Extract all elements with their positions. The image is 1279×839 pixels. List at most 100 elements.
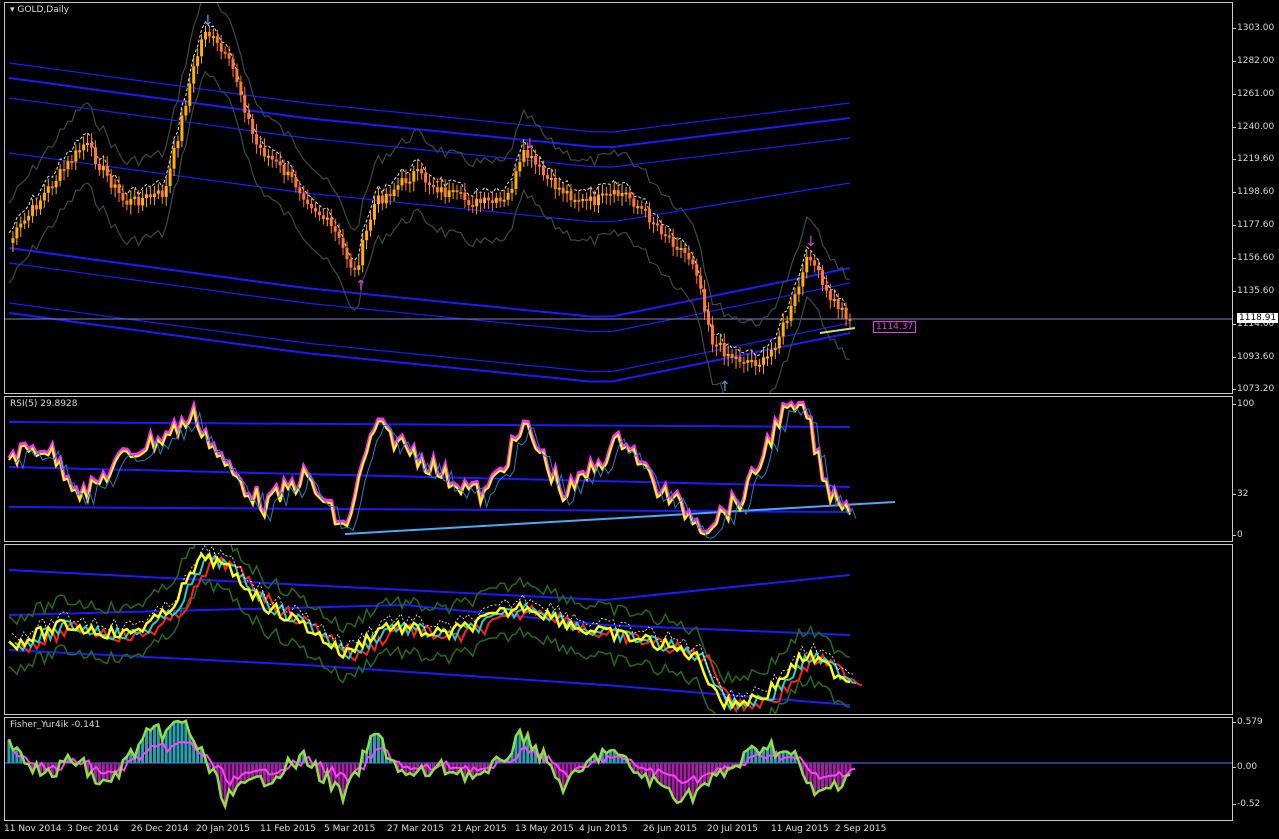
candle-body xyxy=(172,148,176,169)
price-chart-pane[interactable]: ↓ ↓ ↓ ↑ ↑ ▾ GOLD,Daily 1114.37 xyxy=(4,2,1233,394)
dropdown-arrow-icon[interactable]: ▾ xyxy=(10,5,15,15)
price-tick: 1135.60 xyxy=(1232,286,1275,296)
fisher-histogram-bar xyxy=(101,763,105,780)
candle-body xyxy=(620,193,624,196)
candle-body xyxy=(168,168,172,186)
ma-band-upper xyxy=(8,545,851,685)
candle-body xyxy=(730,354,734,358)
fisher-histogram-bar xyxy=(699,763,703,787)
price-tick: 1073.20 xyxy=(1232,384,1275,394)
candle-body xyxy=(286,171,290,176)
candle-body xyxy=(644,208,648,211)
candle-body xyxy=(691,259,695,265)
rsi-label: RSI(5) 29.8928 xyxy=(10,399,78,409)
fisher-histogram-bar xyxy=(274,763,278,777)
candle-body xyxy=(298,187,302,194)
candle-body xyxy=(809,256,813,261)
candle-body xyxy=(604,193,608,196)
candle-body xyxy=(514,171,518,189)
candle-body xyxy=(349,259,353,268)
candle-body xyxy=(345,247,349,260)
ma-slow-line xyxy=(20,555,863,714)
fisher-pane[interactable]: Fisher_Yur4ik -0.141 xyxy=(4,717,1233,821)
envelope-line xyxy=(8,77,851,149)
candle-body xyxy=(475,198,479,207)
candle-body xyxy=(400,178,404,186)
candle-body xyxy=(278,161,282,166)
candle-body xyxy=(317,211,321,216)
fisher-tick: 0.00 xyxy=(1232,762,1258,772)
candle-body xyxy=(211,36,215,39)
candle-body xyxy=(259,144,263,148)
fisher-histogram-bar xyxy=(372,734,376,763)
candle-body xyxy=(530,156,534,159)
price-tick: 1303.00 xyxy=(1232,23,1275,33)
candle-body xyxy=(46,186,50,193)
candle-body xyxy=(310,203,314,209)
candle-body xyxy=(357,265,361,270)
candle-body xyxy=(667,235,671,238)
fractal-up-arrow-icon: ↑ xyxy=(355,278,367,294)
rsi-canvas xyxy=(7,399,896,539)
candle-body xyxy=(294,177,298,188)
fisher-histogram-bar xyxy=(235,763,239,787)
candle-body xyxy=(742,361,746,364)
candle-body xyxy=(333,226,337,232)
price-tick: 1156.60 xyxy=(1232,253,1275,263)
candle-body xyxy=(836,299,840,310)
fisher-histogram-bar xyxy=(710,763,714,774)
candle-body xyxy=(490,200,494,203)
fractal-up-arrow-icon: ↑ xyxy=(719,379,731,394)
candle-body xyxy=(616,190,620,196)
candle-body xyxy=(565,190,569,194)
candle-body xyxy=(624,192,628,195)
time-tick: 20 Jan 2015 xyxy=(196,824,250,834)
candle-body xyxy=(463,192,467,201)
candle-body xyxy=(290,171,294,178)
rsi-pane[interactable]: RSI(5) 29.8928 xyxy=(4,396,1233,542)
candle-body xyxy=(255,134,259,145)
rsi-tick: 0 xyxy=(1233,530,1243,540)
fisher-tick: 0.579 xyxy=(1233,717,1263,727)
fisher-axis: 0.579 0.00 -0.52 xyxy=(1232,717,1279,821)
moving-average-pane[interactable] xyxy=(4,544,1233,715)
rsi-tick: 100 xyxy=(1232,399,1255,409)
candle-body xyxy=(420,169,424,174)
candle-body xyxy=(137,196,141,206)
candle-body xyxy=(215,36,219,44)
candle-body xyxy=(145,194,149,198)
time-tick: 4 Jun 2015 xyxy=(579,824,628,834)
candle-body xyxy=(97,163,101,171)
candle-body xyxy=(129,198,133,205)
time-axis: 11 Nov 2014 3 Dec 2014 26 Dec 2014 20 Ja… xyxy=(4,822,1233,839)
candle-body xyxy=(66,161,70,170)
candle-body xyxy=(306,199,310,204)
candle-body xyxy=(203,31,207,40)
candle-body xyxy=(498,197,502,202)
candle-body xyxy=(93,147,97,164)
candle-body xyxy=(793,294,797,306)
candle-body xyxy=(58,169,62,181)
candle-body xyxy=(388,194,392,197)
envelope-line xyxy=(8,247,851,318)
candle-body xyxy=(365,230,369,241)
candle-body xyxy=(243,95,247,113)
envelope-line xyxy=(8,62,851,133)
candle-body xyxy=(160,190,164,197)
candle-body xyxy=(538,164,542,167)
candle-body xyxy=(652,222,656,225)
candle-body xyxy=(801,272,805,287)
candle-body xyxy=(455,190,459,193)
candle-body xyxy=(781,322,785,337)
rsi-channel-line xyxy=(8,421,851,428)
candle-body xyxy=(404,178,408,184)
candle-body xyxy=(596,194,600,206)
candle-body xyxy=(479,198,483,203)
candle-body xyxy=(471,204,475,207)
candle-body xyxy=(70,161,74,164)
candle-body xyxy=(196,56,200,67)
candle-body xyxy=(534,156,538,165)
candle-body xyxy=(738,356,742,362)
candle-body xyxy=(125,200,129,205)
fisher-histogram-bar xyxy=(152,726,156,763)
